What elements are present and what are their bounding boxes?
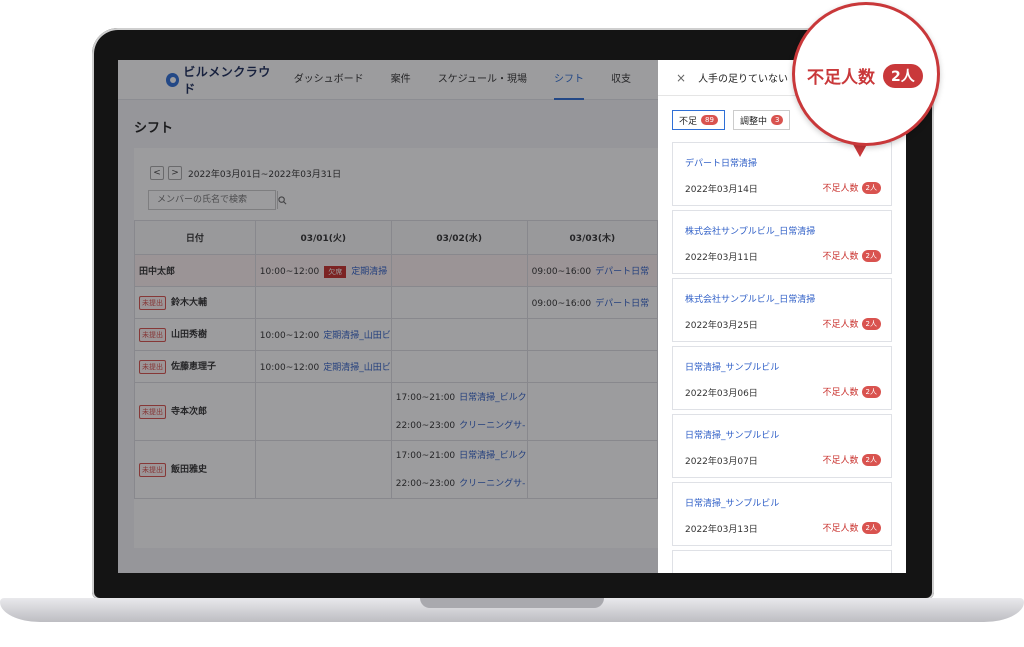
shortage-label: 不足人数 2人 xyxy=(823,249,881,262)
laptop-notch xyxy=(420,598,604,608)
item-date: 2022年03月14日 xyxy=(685,185,758,195)
list-item[interactable]: 株式会社サンプルビル_日常清掃 2022年03月25日 不足人数 2人 xyxy=(672,278,892,342)
filter-shortage[interactable]: 不足 89 xyxy=(672,110,725,130)
shortage-count: 2人 xyxy=(861,181,881,194)
shortage-count: 2人 xyxy=(861,385,881,398)
shortage-label: 不足人数 2人 xyxy=(823,521,881,534)
shortage-label: 不足人数 2人 xyxy=(823,181,881,194)
list-item[interactable]: 株式会社サンプルビル_日常清掃 2022年03月11日 不足人数 2人 xyxy=(672,210,892,274)
shortage-label: 不足人数 2人 xyxy=(823,385,881,398)
close-icon[interactable]: × xyxy=(676,71,686,85)
shortage-count: 2人 xyxy=(861,317,881,330)
item-date: 2022年03月25日 xyxy=(685,321,758,331)
callout-content: 不足人数 2人 xyxy=(807,63,923,88)
shortage-label: 不足人数 2人 xyxy=(823,453,881,466)
filter-label: 調整中 xyxy=(739,116,767,127)
filter-label: 不足 xyxy=(679,116,698,127)
shortage-text: 不足人数 xyxy=(822,184,859,194)
list-item[interactable]: 日常清掃_サンプルビル 2022年03月07日 不足人数 2人 xyxy=(672,414,892,478)
callout-label: 不足人数 xyxy=(807,68,875,88)
item-title[interactable]: 日常清掃_サンプルビル xyxy=(685,360,779,373)
shortage-count: 2人 xyxy=(861,249,881,262)
item-title[interactable]: 株式会社サンプルビル_日常清掃 xyxy=(685,292,815,305)
item-title[interactable]: デパート日常清掃 xyxy=(685,156,757,169)
shortage-count: 2人 xyxy=(861,521,881,534)
item-date: 2022年03月06日 xyxy=(685,389,758,399)
filter-adjusting[interactable]: 調整中 3 xyxy=(732,110,791,130)
magnifier-callout: 不足人数 2人 xyxy=(792,2,940,146)
panel-title: 人手の足りていない xyxy=(698,74,789,85)
app-screen: ビルメンクラウド ダッシュボード 案件 スケジュール・現場 シフト 収支 シフト… xyxy=(118,60,906,573)
shortage-text: 不足人数 xyxy=(822,252,859,262)
list-item[interactable] xyxy=(672,550,892,573)
list-item[interactable]: 日常清掃_サンプルビル 2022年03月06日 不足人数 2人 xyxy=(672,346,892,410)
list-item[interactable]: 日常清掃_サンプルビル 2022年03月13日 不足人数 2人 xyxy=(672,482,892,546)
shortage-text: 不足人数 xyxy=(822,456,859,466)
count-badge: 3 xyxy=(770,115,784,125)
item-date: 2022年03月13日 xyxy=(685,525,758,535)
laptop-mockup: ビルメンクラウド ダッシュボード 案件 スケジュール・現場 シフト 収支 シフト… xyxy=(0,0,1024,647)
filter-tabs: 不足 89 調整中 3 xyxy=(672,110,798,130)
shortage-text: 不足人数 xyxy=(822,524,859,534)
item-title[interactable]: 日常清掃_サンプルビル xyxy=(685,496,779,509)
shortage-list: デパート日常清掃 2022年03月14日 不足人数 2人 株式会社サンプルビル_日… xyxy=(672,142,894,573)
shortage-text: 不足人数 xyxy=(822,388,859,398)
item-date: 2022年03月07日 xyxy=(685,457,758,467)
callout-count: 2人 xyxy=(883,63,923,88)
shortage-label: 不足人数 2人 xyxy=(823,317,881,330)
item-title[interactable]: 株式会社サンプルビル_日常清掃 xyxy=(685,224,815,237)
count-badge: 89 xyxy=(701,115,718,125)
shortage-count: 2人 xyxy=(861,453,881,466)
item-title[interactable]: 日常清掃_サンプルビル xyxy=(685,428,779,441)
item-date: 2022年03月11日 xyxy=(685,253,758,263)
modal-backdrop[interactable] xyxy=(118,60,658,573)
shortage-text: 不足人数 xyxy=(822,320,859,330)
